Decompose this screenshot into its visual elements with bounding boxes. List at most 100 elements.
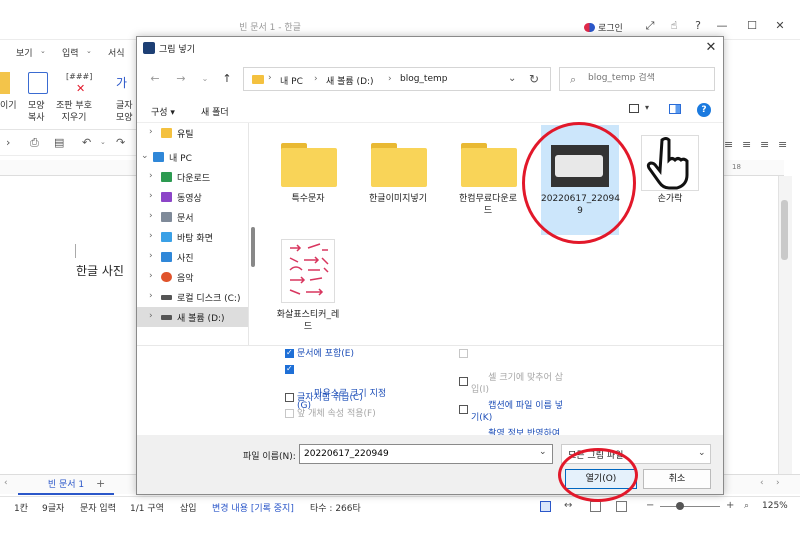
filename-dropdown-icon[interactable]: ⌄ xyxy=(539,447,547,457)
vertical-scroll-thumb[interactable] xyxy=(781,200,788,260)
dialog-close-button[interactable]: ✕ xyxy=(703,40,719,56)
file-item-folder[interactable]: 한컴무료다운로 드 xyxy=(449,125,527,235)
clear-code-marks-label[interactable]: 조판 부호 지우기 xyxy=(56,100,92,124)
tree-item-music[interactable]: › 음악 xyxy=(137,267,248,287)
toolbar-chevron-icon[interactable]: › xyxy=(6,136,10,149)
tab-scroll-left-icon[interactable]: ‹ xyxy=(760,478,764,488)
login-button[interactable]: 로그인 xyxy=(584,18,623,36)
checkbox[interactable] xyxy=(459,405,468,414)
help-icon[interactable]: ? xyxy=(690,18,706,34)
zoom-in-icon[interactable]: + xyxy=(726,500,734,511)
breadcrumb-blog-temp[interactable]: blog_temp xyxy=(400,74,447,84)
undo-chevron-icon[interactable]: ⌄ xyxy=(100,138,106,146)
cancel-button[interactable]: 취소 xyxy=(643,469,711,489)
new-folder-button[interactable]: 새 폴더 xyxy=(201,105,229,118)
minimize-icon[interactable]: — xyxy=(714,18,730,34)
align-right-icon[interactable]: ≡ xyxy=(778,138,787,151)
char-shape-icon[interactable]: 가 xyxy=(116,74,127,91)
file-item-photo[interactable]: 20220617_22094 9 xyxy=(541,125,620,235)
add-tab-button[interactable]: + xyxy=(96,477,105,490)
tree-item-documents[interactable]: › 문서 xyxy=(137,207,248,227)
tree-expander-icon[interactable]: › xyxy=(149,211,153,221)
up-arrow-icon[interactable]: ↑ xyxy=(219,71,235,87)
align-left-icon[interactable]: ≡ xyxy=(742,138,751,151)
file-item-folder[interactable]: 특수문자 xyxy=(269,125,347,235)
tree-expander-icon[interactable]: ⌄ xyxy=(141,151,149,161)
tree-expander-icon[interactable]: › xyxy=(149,127,153,137)
app-close-icon[interactable]: ✕ xyxy=(772,18,788,34)
tree-expander-icon[interactable]: › xyxy=(149,191,153,201)
tab-scroll-right-icon[interactable]: › xyxy=(776,478,780,488)
status-insert-mode[interactable]: 삽입 xyxy=(180,501,197,514)
tree-item-videos[interactable]: › 동영상 xyxy=(137,187,248,207)
redo-icon[interactable]: ↷ xyxy=(116,136,125,149)
preview-icon[interactable]: ▤ xyxy=(54,136,64,149)
open-button[interactable]: 열기(O) xyxy=(565,469,637,489)
align-center-icon[interactable]: ≡ xyxy=(760,138,769,151)
checkbox-checked[interactable] xyxy=(285,363,294,375)
refresh-icon[interactable]: ↻ xyxy=(529,72,539,86)
address-bar[interactable]: › 내 PC › 새 볼륨 (D:) › blog_temp ⌄ xyxy=(243,67,551,91)
code-marks-icon[interactable]: [###] xyxy=(66,72,92,81)
tree-expander-icon[interactable]: › xyxy=(149,311,153,321)
menu-format[interactable]: 서식 xyxy=(108,46,125,59)
align-justify-icon[interactable]: ≡ xyxy=(724,138,733,151)
file-type-select[interactable]: 모든 그림 파일 ⌄ xyxy=(561,444,711,464)
view-options-chevron-icon[interactable]: ▾ xyxy=(645,103,649,112)
filename-input[interactable] xyxy=(299,444,553,464)
breadcrumb-new-volume[interactable]: 새 볼륨 (D:) xyxy=(326,74,374,87)
tab-prev-icon[interactable]: ‹ xyxy=(4,478,8,488)
back-arrow-icon[interactable]: ← xyxy=(147,71,163,87)
ribbon-label-partial[interactable]: 이기 xyxy=(0,100,17,112)
address-dropdown-icon[interactable]: ⌄ xyxy=(508,73,516,84)
checkbox[interactable] xyxy=(285,393,294,402)
file-item-folder[interactable]: 한글이미지넣기 xyxy=(359,125,437,235)
tree-item-new-volume-d[interactable]: › 새 볼륨 (D:) xyxy=(137,307,248,327)
tree-item-downloads[interactable]: › 다운로드 xyxy=(137,167,248,187)
preview-pane-icon[interactable] xyxy=(669,104,681,114)
format-painter-icon[interactable] xyxy=(28,72,48,94)
fit-width-icon[interactable]: ↔ xyxy=(564,500,572,511)
format-painter-label[interactable]: 모양 복사 xyxy=(28,100,45,124)
search-input[interactable] xyxy=(588,73,710,83)
tree-item-pictures[interactable]: › 사진 xyxy=(137,247,248,267)
option-treat-as-char[interactable]: 글자처럼 취급(C) xyxy=(285,392,363,404)
file-item-image[interactable]: 화살표스티커_레 드 xyxy=(269,235,347,345)
tree-item-local-disk-c[interactable]: › 로컬 디스크 (C:) xyxy=(137,287,248,307)
checkbox[interactable] xyxy=(459,377,468,386)
hand-tool-icon[interactable]: ☝ xyxy=(666,18,682,34)
file-item-image[interactable]: 손가락 xyxy=(631,125,709,235)
zoom-level[interactable]: 125% xyxy=(762,501,788,511)
status-input-mode[interactable]: 문자 입력 xyxy=(80,501,116,514)
tree-item-this-pc[interactable]: ⌄ 내 PC xyxy=(137,147,248,167)
tree-expander-icon[interactable]: › xyxy=(149,271,153,281)
tree-expander-icon[interactable]: › xyxy=(149,231,153,241)
document-text[interactable]: 한글 사진 xyxy=(76,262,124,279)
checkbox-checked[interactable] xyxy=(285,347,294,359)
option-embed-in-document[interactable]: 문서에 포함(E) xyxy=(285,347,354,360)
view-options-icon[interactable] xyxy=(629,104,639,113)
expand-icon[interactable]: ⤢ xyxy=(642,18,658,34)
status-track-changes[interactable]: 변경 내용 [기록 중지] xyxy=(212,501,294,514)
organize-button[interactable]: 구성 ▾ xyxy=(151,105,175,118)
page-view-icon[interactable] xyxy=(540,501,551,512)
print-icon[interactable]: ⎙ xyxy=(30,136,39,150)
breadcrumb-this-pc[interactable]: 내 PC xyxy=(280,74,303,87)
help-icon[interactable]: ? xyxy=(697,103,711,117)
tree-expander-icon[interactable]: › xyxy=(149,291,153,301)
menu-view[interactable]: 보기 xyxy=(16,46,33,59)
char-shape-label[interactable]: 글자 모양 xyxy=(116,100,133,124)
tree-expander-icon[interactable]: › xyxy=(149,251,153,261)
zoom-slider[interactable] xyxy=(660,506,720,507)
two-page-icon[interactable] xyxy=(590,501,601,512)
menu-insert[interactable]: 입력 xyxy=(62,46,79,59)
undo-icon[interactable]: ↶ xyxy=(82,136,91,149)
tree-scroll-thumb[interactable] xyxy=(251,227,255,267)
maximize-icon[interactable]: ☐ xyxy=(744,18,760,34)
zoom-search-icon[interactable]: ⌕ xyxy=(744,501,749,511)
fit-page-icon[interactable] xyxy=(616,501,627,512)
tree-expander-icon[interactable]: › xyxy=(149,171,153,181)
search-box[interactable]: ⌕ xyxy=(559,67,715,91)
recent-chevron-icon[interactable]: ⌄ xyxy=(197,71,213,87)
zoom-out-icon[interactable]: − xyxy=(646,500,654,511)
